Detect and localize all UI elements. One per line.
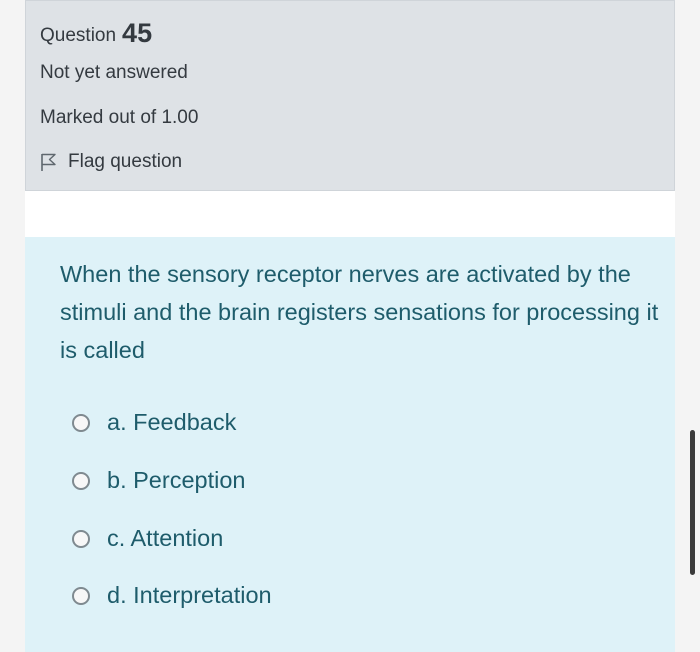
answer-label-d: d. Interpretation [107,582,272,608]
panel-separator [25,191,675,237]
question-heading: Question 45 [40,15,152,54]
answer-option-d[interactable]: d. Interpretation [72,582,272,609]
answer-option-b[interactable]: b. Perception [72,467,245,494]
flag-question-link[interactable]: Flag question [40,151,182,173]
answer-option-a[interactable]: a. Feedback [72,409,236,436]
answer-option-c[interactable]: c. Attention [72,525,223,552]
radio-button-d[interactable] [72,586,90,605]
answer-label-c: c. Attention [107,525,224,551]
question-number: 45 [122,18,153,48]
question-grade: Marked out of 1.00 [40,107,199,128]
radio-button-c[interactable] [72,529,90,548]
radio-button-a[interactable] [72,413,90,432]
flag-icon [40,152,58,172]
answer-label-a: a. Feedback [107,409,237,435]
answer-label-b: b. Perception [107,467,246,493]
question-content-panel: When the sensory receptor nerves are act… [25,237,675,652]
question-state: Not yet answered [40,62,188,83]
flag-question-label: Flag question [68,151,183,172]
question-info-panel: Question 45 Not yet answered Marked out o… [25,0,675,191]
question-text: When the sensory receptor nerves are act… [60,261,659,363]
question-label: Question [40,25,117,46]
radio-button-b[interactable] [72,471,90,490]
quiz-page: Question 45 Not yet answered Marked out o… [0,0,700,652]
scrollbar-thumb[interactable] [690,430,695,575]
